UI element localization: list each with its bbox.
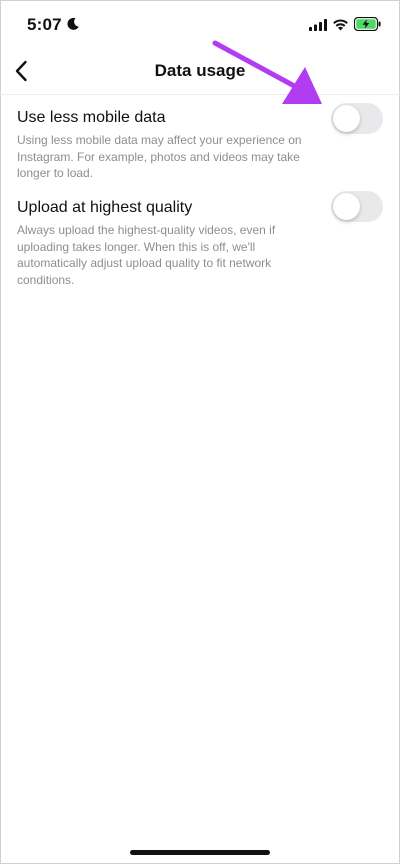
setting-title: Upload at highest quality: [17, 199, 193, 216]
battery-charging-icon: [354, 17, 381, 31]
header-divider: [0, 94, 400, 95]
home-indicator: [130, 850, 270, 855]
use-less-mobile-data-toggle[interactable]: [331, 103, 383, 134]
setting-use-less-mobile-data: Use less mobile data Using less mobile d…: [17, 103, 387, 182]
setting-description: Always upload the highest-quality videos…: [17, 223, 276, 287]
toggle-knob: [333, 193, 360, 220]
setting-description: Using less mobile data may affect your e…: [17, 133, 302, 180]
wifi-icon: [333, 19, 348, 31]
upload-highest-quality-toggle[interactable]: [331, 191, 383, 222]
setting-title: Use less mobile data: [17, 109, 166, 126]
moon-icon: [67, 17, 79, 30]
setting-upload-highest-quality: Upload at highest quality Always upload …: [17, 191, 387, 288]
page-header: Data usage: [0, 52, 400, 92]
status-time: 5:07: [27, 15, 62, 34]
status-bar: 5:07: [0, 0, 400, 50]
cellular-signal-icon: [309, 19, 327, 31]
toggle-knob: [333, 105, 360, 132]
annotation-arrow-icon: [212, 40, 322, 104]
page-title: Data usage: [154, 61, 246, 80]
